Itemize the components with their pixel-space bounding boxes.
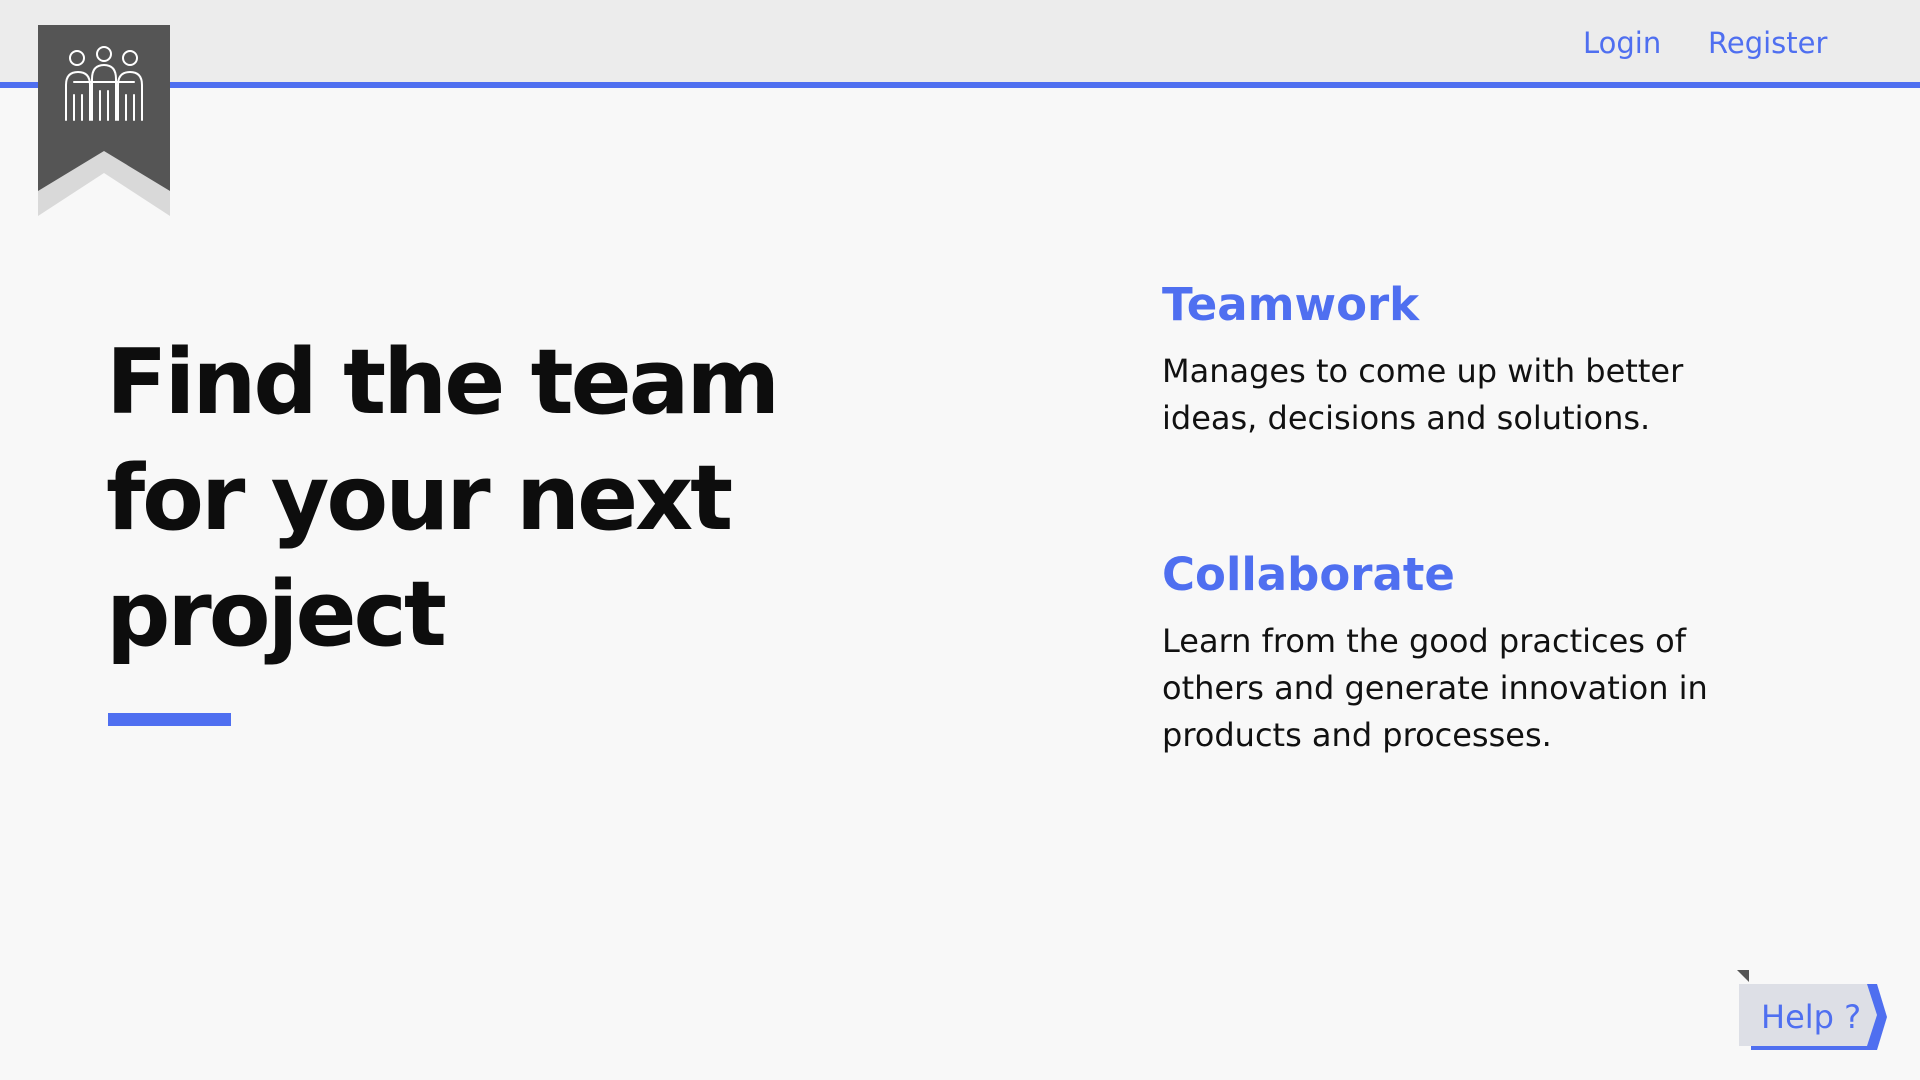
hero-title: Find the team for your next project — [106, 325, 826, 673]
feature-text-line: others and generate innovation in — [1162, 669, 1708, 707]
hero-title-line: for your next — [106, 446, 733, 551]
help-label: Help ? — [1761, 998, 1862, 1036]
hero-title-line: project — [106, 562, 447, 667]
login-link[interactable]: Login — [1583, 26, 1661, 60]
team-people-icon — [38, 25, 170, 216]
feature-text-line: ideas, decisions and solutions. — [1162, 399, 1651, 437]
top-nav-bar: Login Register — [0, 0, 1920, 88]
feature-text-collaborate: Learn from the good practices of others … — [1162, 618, 1762, 759]
hero-underline — [108, 713, 231, 726]
feature-text-line: Learn from the good practices of — [1162, 622, 1686, 660]
feature-text-line: products and processes. — [1162, 716, 1552, 754]
feature-title-teamwork: Teamwork — [1162, 278, 1420, 331]
feature-text-teamwork: Manages to come up with better ideas, de… — [1162, 348, 1762, 442]
register-link[interactable]: Register — [1708, 26, 1827, 60]
help-button[interactable]: Help ? — [1737, 970, 1887, 1055]
hero-title-line: Find the team — [106, 330, 780, 435]
feature-text-line: Manages to come up with better — [1162, 352, 1684, 390]
feature-title-collaborate: Collaborate — [1162, 548, 1455, 601]
logo-banner[interactable] — [38, 25, 170, 216]
